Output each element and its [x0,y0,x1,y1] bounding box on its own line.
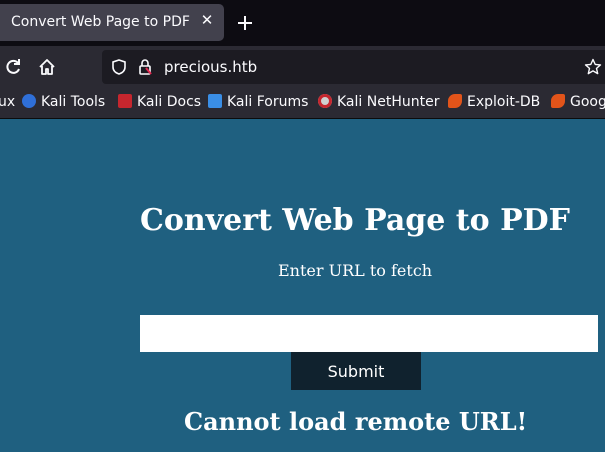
plus-icon[interactable] [236,14,254,32]
url-text: precious.htb [164,58,258,76]
lock-icon[interactable] [136,58,154,76]
bookmark-label: Exploit-DB [467,94,541,110]
bookmark-label: Kali Forums [227,94,309,110]
tab-active[interactable]: Convert Web Page to PDF ✕ [0,4,224,41]
bookmark-label: Kali NetHunter [337,94,440,110]
tab-strip: Convert Web Page to PDF ✕ [0,0,605,46]
exploit-db-icon [448,94,462,108]
bookmark-kali-docs[interactable]: Kali Docs [118,93,201,113]
url-input[interactable] [140,315,598,352]
submit-button[interactable]: Submit [291,352,421,390]
tab-title: Convert Web Page to PDF [11,14,190,30]
bookmark-kali-nethunter[interactable]: Kali NetHunter [318,93,439,113]
bookmarks-toolbar: ux Kali Tools Kali Docs Kali Forums Kali… [0,88,605,119]
nav-bar: precious.htb [0,46,605,88]
page-content: Convert Web Page to PDF Enter URL to fet… [0,119,605,452]
home-icon[interactable] [38,58,56,76]
kali-docs-icon [118,94,132,108]
star-icon[interactable] [584,58,602,76]
kali-forums-icon [208,94,222,108]
bookmark-kali-forums[interactable]: Kali Forums [208,93,308,113]
shield-icon[interactable] [110,58,128,76]
bookmark-label: Goog [570,94,605,110]
browser-window: Convert Web Page to PDF ✕ precious.htb u… [0,0,605,452]
bookmark-label: ux [0,94,16,110]
bookmark-label: Kali Docs [137,94,202,110]
url-bar[interactable]: precious.htb [102,50,605,84]
error-message: Cannot load remote URL! [184,407,528,436]
page-title: Convert Web Page to PDF [140,203,570,238]
url-prompt-label: Enter URL to fetch [278,261,433,280]
google-hacking-db-icon [551,94,565,108]
bookmark-kali-tools[interactable]: Kali Tools [22,93,105,113]
bookmark-label: Kali Tools [41,94,106,110]
close-icon[interactable]: ✕ [200,13,214,28]
bookmark-exploit-db[interactable]: Exploit-DB [448,93,540,113]
reload-icon[interactable] [4,58,22,76]
bookmark-google-hacking-db[interactable]: Goog [551,93,605,113]
kali-nethunter-icon [318,94,332,108]
kali-tools-icon [22,94,36,108]
bookmark-item[interactable]: ux [0,93,15,113]
